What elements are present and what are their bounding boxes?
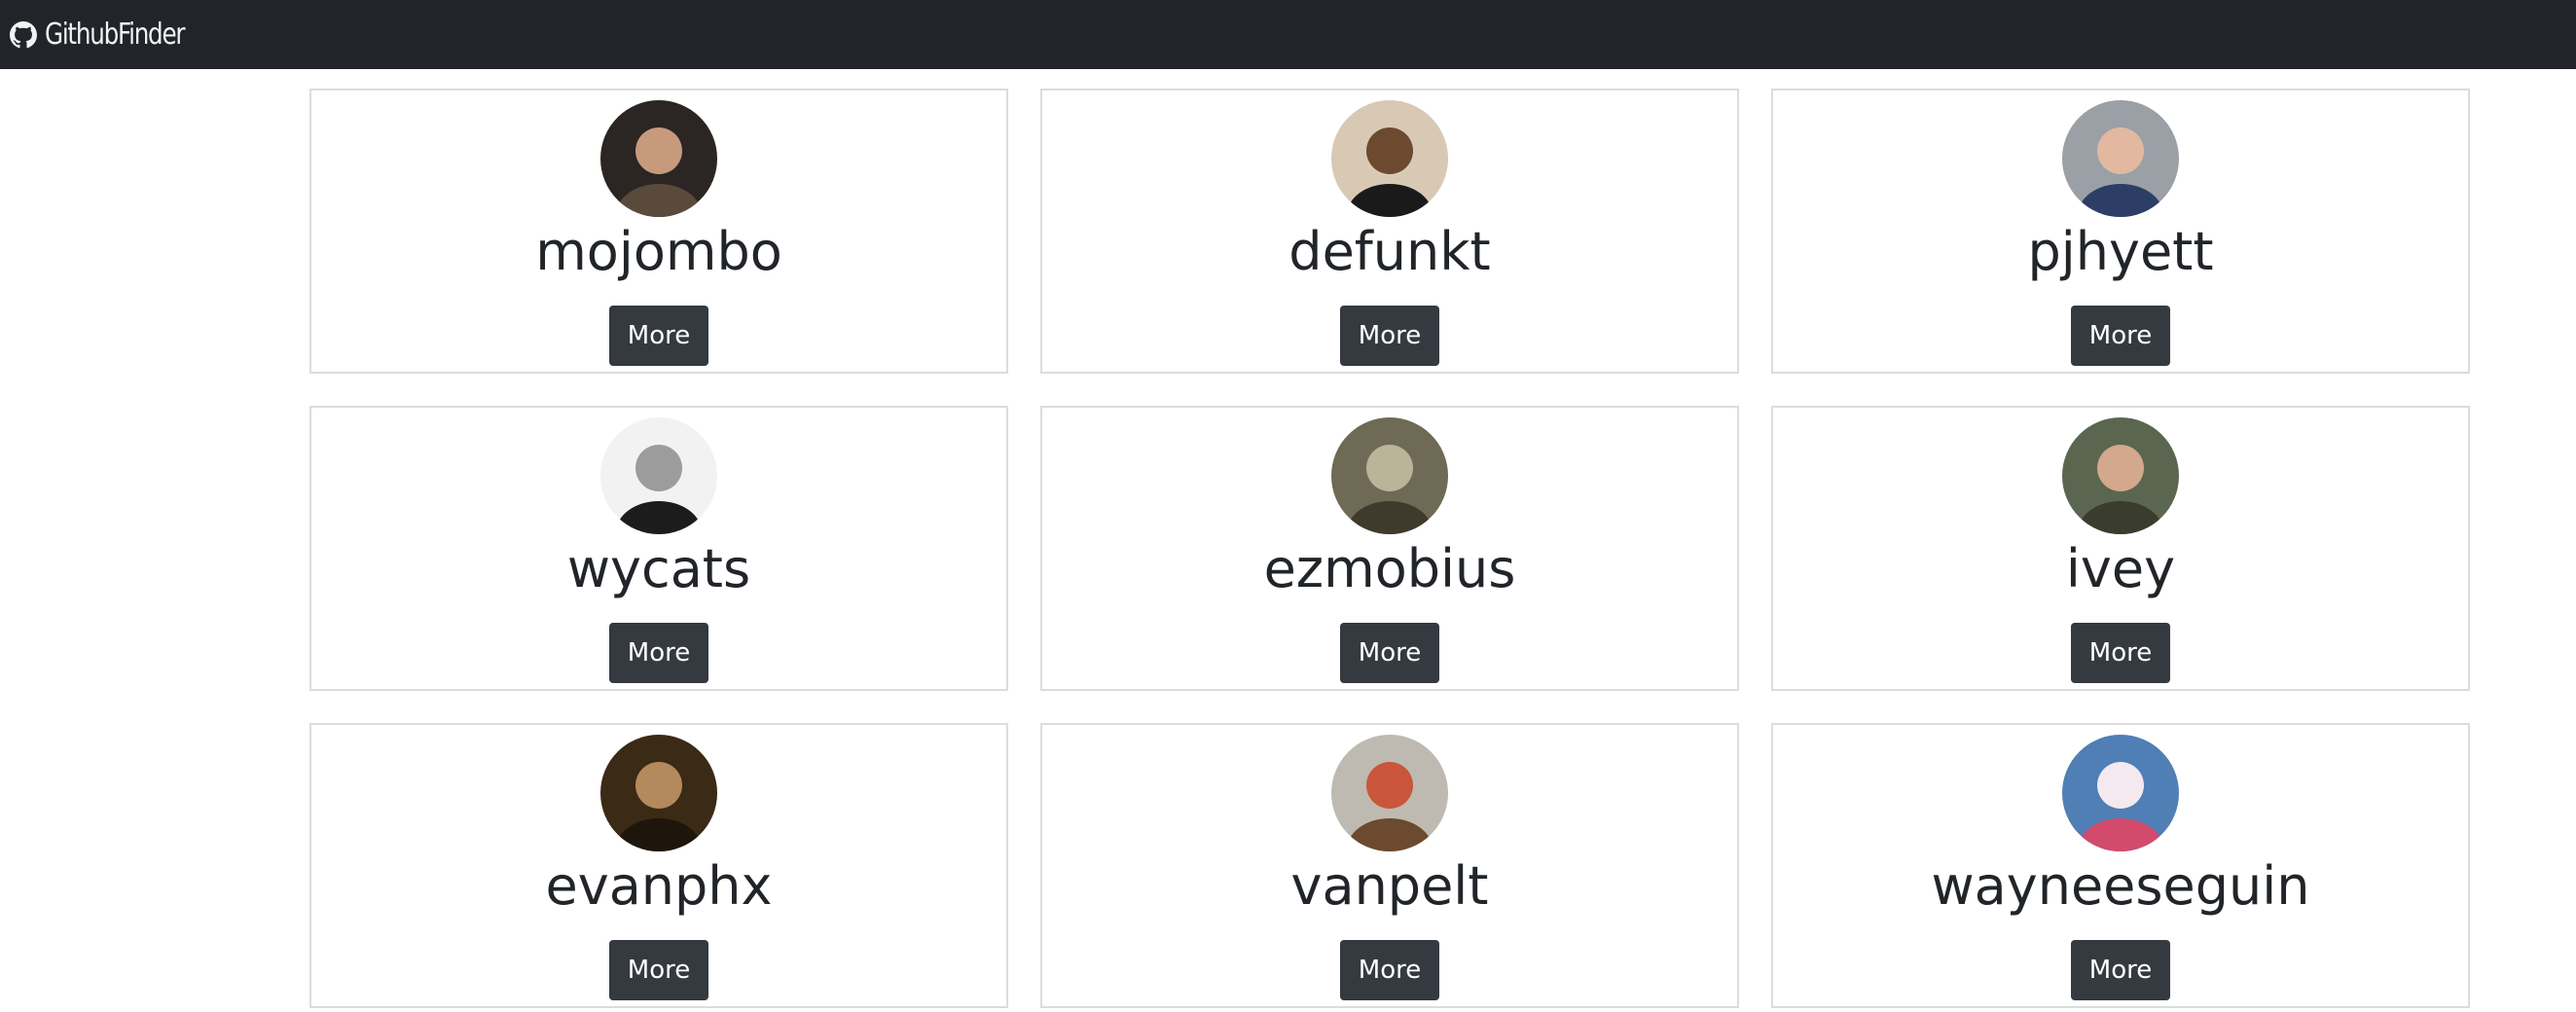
more-button[interactable]: More (1340, 623, 1439, 683)
avatar (1331, 417, 1448, 534)
username: evanphx (545, 855, 773, 917)
more-button[interactable]: More (2071, 940, 2170, 1000)
avatar (600, 100, 717, 217)
avatar (2062, 735, 2179, 851)
avatar (1331, 100, 1448, 217)
more-button[interactable]: More (2071, 623, 2170, 683)
navbar: GithubFinder (0, 0, 2576, 69)
username: pjhyett (2027, 221, 2214, 282)
avatar (1331, 735, 1448, 851)
more-button[interactable]: More (609, 306, 708, 366)
brand-link[interactable]: GithubFinder (10, 18, 215, 52)
more-button[interactable]: More (609, 940, 708, 1000)
github-icon (10, 20, 37, 49)
user-card: evanphx More (309, 723, 1008, 1008)
avatar (600, 735, 717, 851)
brand-title: GithubFinder (45, 18, 185, 52)
more-button[interactable]: More (609, 623, 708, 683)
more-button[interactable]: More (2071, 306, 2170, 366)
user-card: ezmobius More (1040, 406, 1739, 691)
user-card: defunkt More (1040, 89, 1739, 374)
username: ezmobius (1263, 538, 1516, 599)
user-card: ivey More (1771, 406, 2470, 691)
username: mojombo (535, 221, 782, 282)
username: ivey (2065, 538, 2176, 599)
avatar (2062, 417, 2179, 534)
user-card: wycats More (309, 406, 1008, 691)
username: defunkt (1288, 221, 1491, 282)
avatar (2062, 100, 2179, 217)
user-card: vanpelt More (1040, 723, 1739, 1008)
user-card: wayneeseguin More (1771, 723, 2470, 1008)
more-button[interactable]: More (1340, 940, 1439, 1000)
username: vanpelt (1290, 855, 1489, 917)
username: wayneeseguin (1931, 855, 2310, 917)
avatar (600, 417, 717, 534)
username: wycats (566, 538, 751, 599)
more-button[interactable]: More (1340, 306, 1439, 366)
user-card: pjhyett More (1771, 89, 2470, 374)
user-card: mojombo More (309, 89, 1008, 374)
user-grid: mojombo More defunkt More pjhyett More w… (309, 89, 2470, 1008)
